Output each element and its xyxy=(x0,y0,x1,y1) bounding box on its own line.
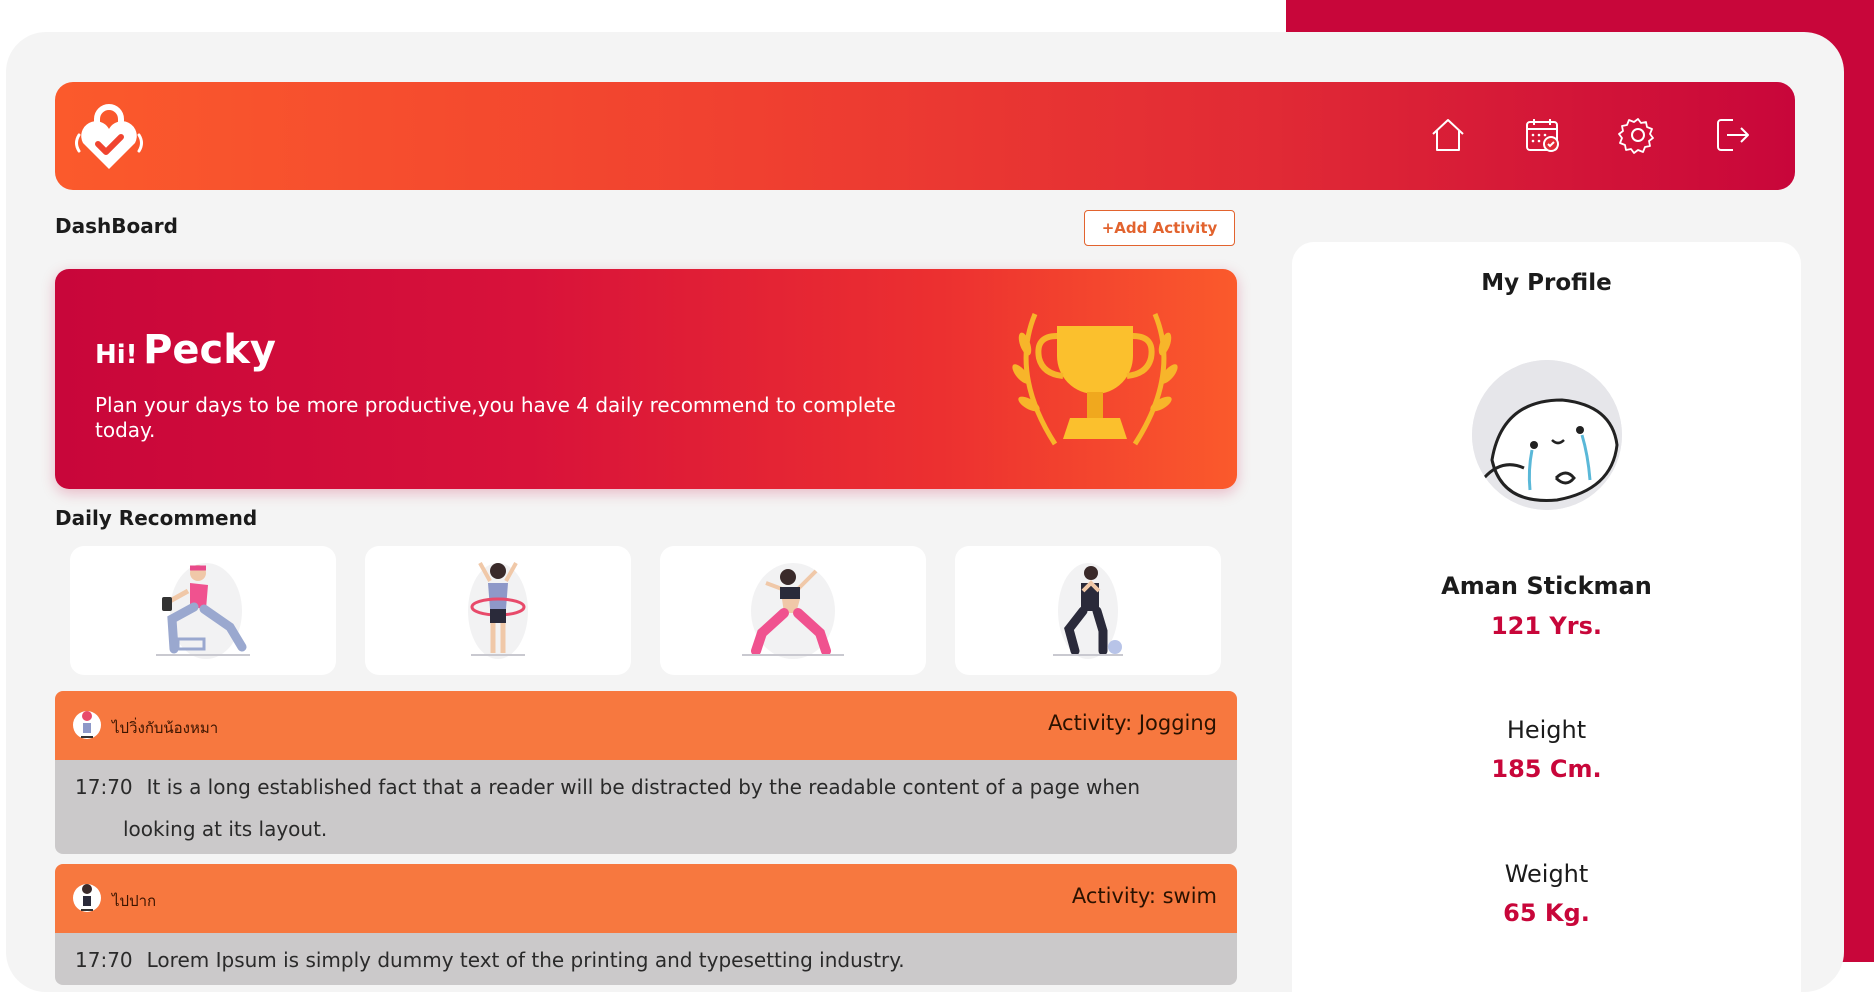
recommend-card-4[interactable] xyxy=(955,546,1221,675)
activity-header[interactable]: ไปวิ่งกับน้องหมา Activity: Jogging xyxy=(55,691,1237,760)
runner-avatar-icon xyxy=(73,711,101,739)
height-value: 185 Cm. xyxy=(1491,755,1602,783)
nav-logout-button[interactable] xyxy=(1712,114,1754,156)
activity-time: 17:70 xyxy=(75,775,133,799)
activity-name: ไปวิ่งกับน้องหมา xyxy=(112,719,219,737)
activity-card-2[interactable]: ไปปาก Activity: swim 17:70 Lorem Ipsum is… xyxy=(55,864,1237,985)
trophy-icon xyxy=(1012,313,1178,446)
activity-body: 17:70 Lorem Ipsum is simply dummy text of… xyxy=(55,933,1237,985)
recommend-card-1[interactable] xyxy=(70,546,336,675)
height-label: Height xyxy=(1506,716,1587,744)
welcome-banner: Hi! Pecky Plan your days to be more prod… xyxy=(55,269,1237,489)
calendar-check-icon xyxy=(1526,119,1559,152)
app-frame: DashBoard +Add Activity Hi! Pecky Plan y… xyxy=(6,32,1844,992)
profile-age: 121 Yrs. xyxy=(1490,612,1603,640)
avatar[interactable] xyxy=(1472,360,1622,510)
swimmer-avatar-icon xyxy=(73,884,101,912)
gear-icon xyxy=(1618,118,1654,154)
profile-title: My Profile xyxy=(1481,270,1612,296)
greeting-name: Pecky xyxy=(143,327,276,373)
recommend-card-3[interactable] xyxy=(660,546,926,675)
logout-icon xyxy=(1717,119,1749,151)
exercise-hula-hoop-illustration-icon xyxy=(468,561,528,659)
activity-description-continued: looking at its layout. xyxy=(123,817,328,841)
profile-name: Aman Stickman xyxy=(1441,572,1652,600)
page-title: DashBoard xyxy=(55,214,178,238)
greeting: Hi! Pecky xyxy=(95,327,276,373)
nav-home-button[interactable] xyxy=(1427,114,1469,156)
recommend-card-2[interactable] xyxy=(365,546,631,675)
top-navigation-bar xyxy=(55,82,1795,190)
weight-value: 65 Kg. xyxy=(1503,899,1590,927)
activity-name: ไปปาก xyxy=(112,892,157,910)
heart-lock-logo-icon[interactable] xyxy=(73,99,145,173)
activity-description: It is a long established fact that a rea… xyxy=(146,775,1140,799)
activity-description: Lorem Ipsum is simply dummy text of the … xyxy=(146,948,905,972)
add-activity-button[interactable]: +Add Activity xyxy=(1084,210,1235,246)
weight-label: Weight xyxy=(1504,860,1589,888)
home-icon xyxy=(1432,119,1464,151)
exercise-ball-illustration-icon xyxy=(1053,562,1123,659)
activity-type: Activity: Jogging xyxy=(1048,711,1217,735)
activity-type: Activity: swim xyxy=(1071,884,1217,908)
greeting-message: Plan your days to be more productive,you… xyxy=(95,393,896,442)
nav-calendar-button[interactable] xyxy=(1522,114,1564,156)
profile-panel: My Profile Aman Stickman 121 Yrs. Height… xyxy=(1292,242,1801,992)
exercise-dumbbell-illustration-icon xyxy=(156,562,250,659)
daily-recommend-title: Daily Recommend xyxy=(55,506,258,530)
exercise-dance-illustration-icon xyxy=(742,562,844,659)
activity-time: 17:70 xyxy=(75,948,133,972)
activity-header[interactable]: ไปปาก Activity: swim xyxy=(55,864,1237,933)
activity-card-1[interactable]: ไปวิ่งกับน้องหมา Activity: Jogging 17:70… xyxy=(55,691,1237,854)
avatar-illustration-icon xyxy=(1472,360,1622,510)
activity-body: 17:70 It is a long established fact that … xyxy=(55,760,1237,854)
nav-settings-button[interactable] xyxy=(1617,114,1659,156)
greeting-hi: Hi! xyxy=(95,340,138,370)
